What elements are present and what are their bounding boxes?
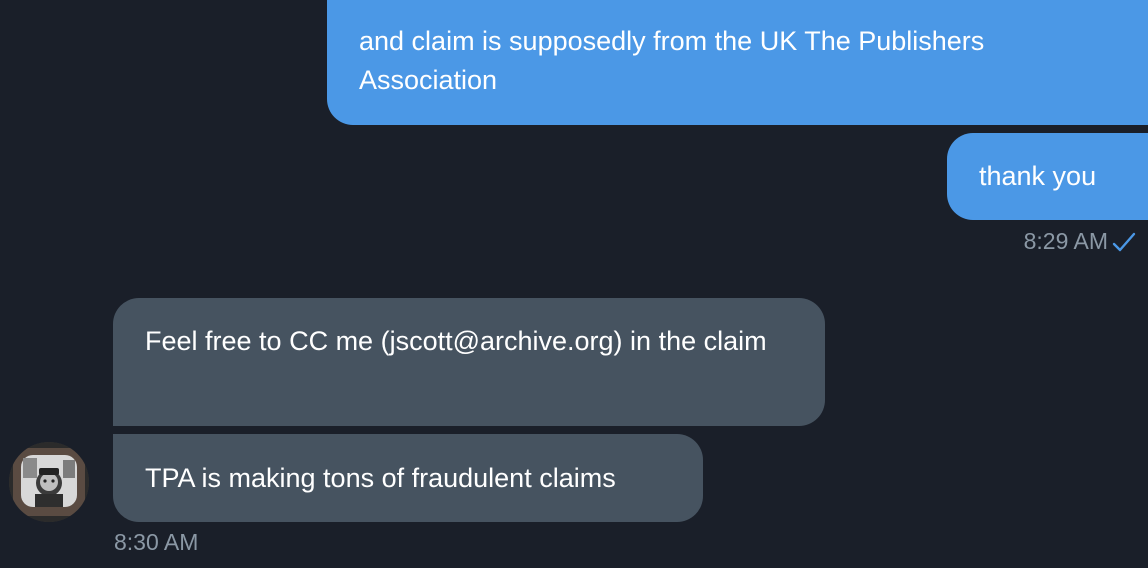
message-text: Feel free to CC me (jscott@archive.org) …	[145, 326, 767, 356]
checkmark-icon	[1112, 232, 1136, 252]
message-bubble-outgoing[interactable]: and claim is supposedly from the UK The …	[327, 0, 1148, 125]
message-bubble-outgoing[interactable]: thank you	[947, 133, 1148, 220]
avatar-image	[9, 442, 89, 522]
message-bubble-incoming[interactable]: TPA is making tons of fraudulent claims	[113, 434, 703, 522]
message-timestamp: 8:30 AM	[114, 529, 199, 555]
conversation-view: and claim is supposedly from the UK The …	[0, 0, 1148, 568]
message-text: and claim is supposedly from the UK The …	[359, 26, 985, 95]
message-timestamp: 8:29 AM	[1023, 228, 1108, 254]
avatar[interactable]	[9, 442, 89, 522]
message-text: TPA is making tons of fraudulent claims	[145, 463, 616, 493]
message-bubble-incoming[interactable]: Feel free to CC me (jscott@archive.org) …	[113, 298, 825, 426]
message-text: thank you	[979, 161, 1097, 191]
